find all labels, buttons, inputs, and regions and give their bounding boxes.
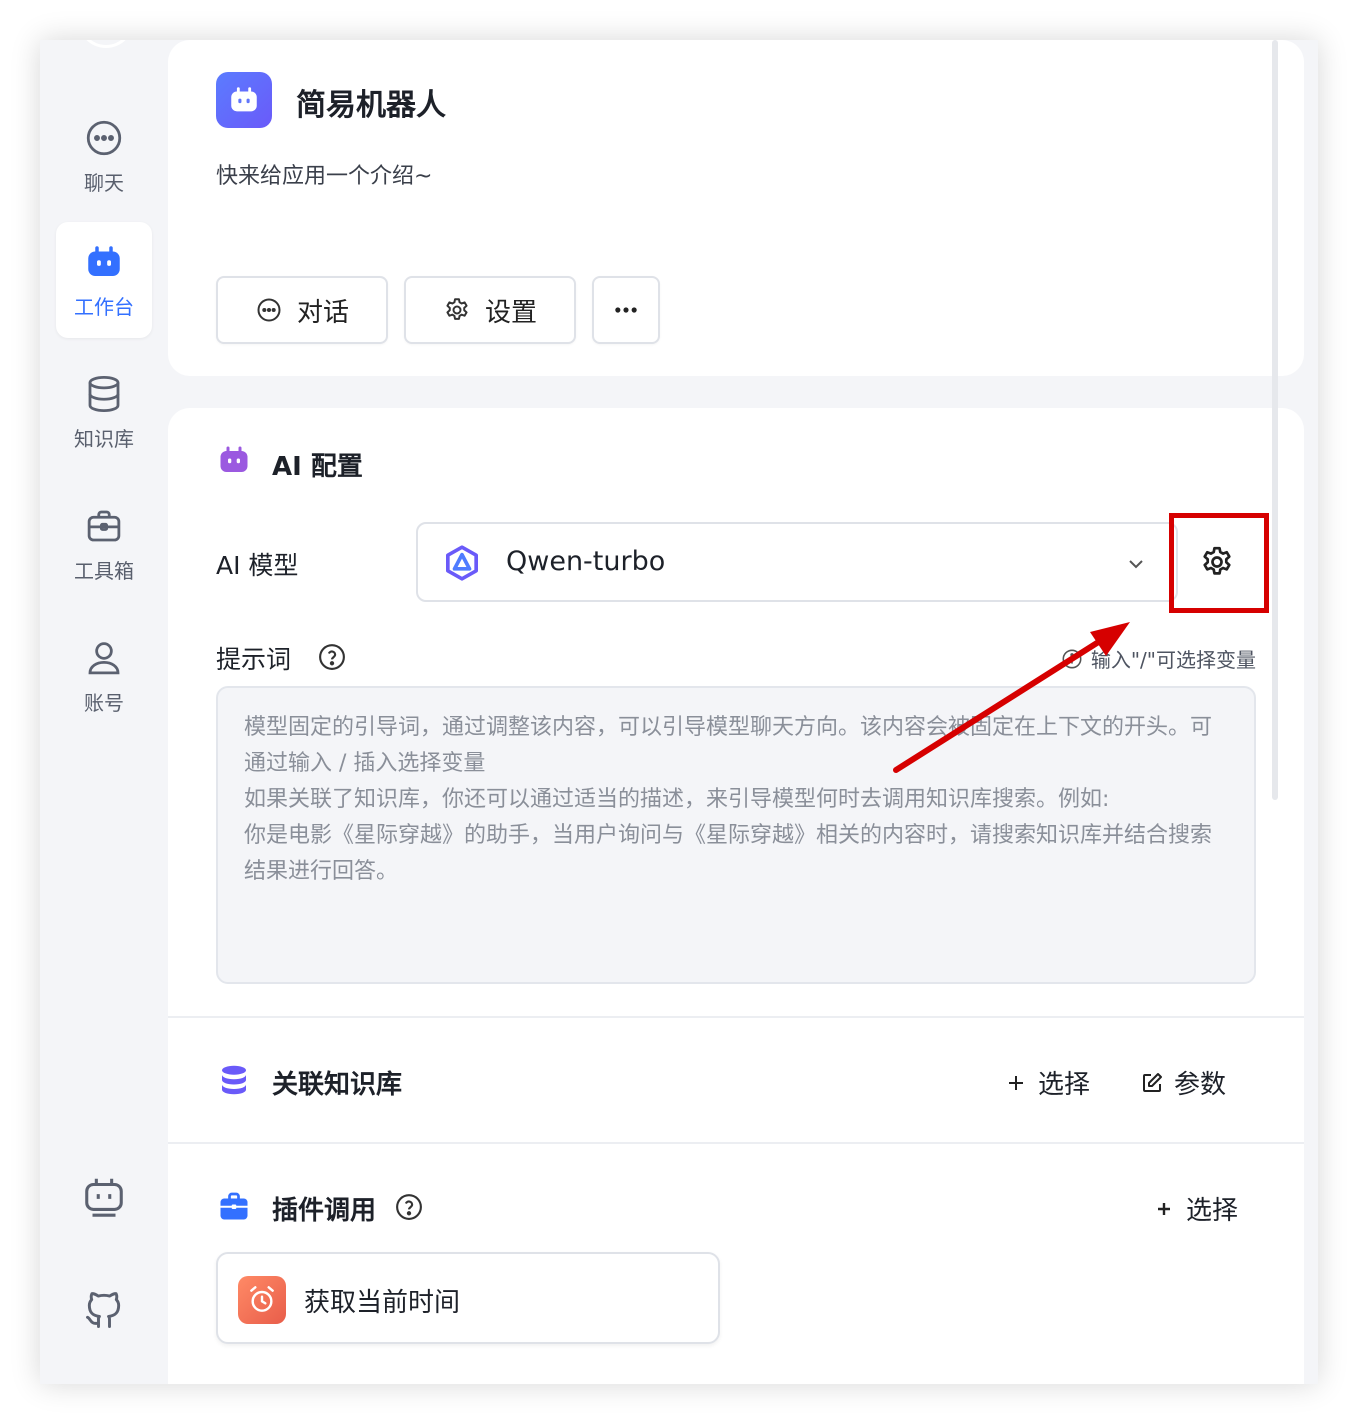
help-circle-icon[interactable] [317,642,347,672]
github-button[interactable] [80,1286,128,1334]
model-settings-button[interactable] [1178,522,1256,602]
robot-outline-icon [85,1178,123,1217]
help-circle-icon[interactable] [394,1192,424,1222]
settings-button[interactable]: 设置 [404,276,576,344]
sidebar-item-label: 账号 [84,690,124,715]
plugin-name: 获取当前时间 [304,1288,461,1318]
chat-button[interactable]: 对话 [216,276,388,344]
sidebar-avatar-partial[interactable] [78,40,134,48]
sidebar-item-knowledge[interactable]: 知识库 [56,354,152,470]
scrollbar[interactable] [1272,40,1278,800]
info-icon [1062,649,1082,668]
prompt-placeholder-line: 你是电影《星际穿越》的助手，当用户询问与《星际穿越》相关的内容时，请搜索知识库并… [244,823,1213,884]
alarm-clock-icon [238,1276,286,1324]
sidebar-item-label: 工具箱 [74,558,134,583]
sidebar: 聊天 工作台 知识库 工具箱 账号 [40,40,168,1384]
toolbox-icon [87,510,121,541]
plus-icon [1158,1202,1170,1215]
plugins-select-label: 选择 [1186,1196,1239,1226]
ai-config-card: AI 配置 AI 模型 Qwen-turbo 提示词 输入"/"可选择变量 模型… [168,408,1304,1384]
robot-icon [231,87,257,112]
divider [168,1016,1304,1018]
plugins-title: 插件调用 [272,1196,377,1226]
chat-button-label: 对话 [296,297,349,328]
toolbox-icon [220,1192,248,1220]
database-icon [222,1065,246,1095]
settings-button-label: 设置 [484,297,537,328]
model-value: Qwen-turbo [506,546,666,577]
edit-icon [1143,1072,1162,1092]
app-window: 聊天 工作台 知识库 工具箱 账号 简易机器人 快来给应用一个介绍~ 对话 设置… [40,40,1318,1384]
chat-bubble-icon [257,298,281,322]
prompt-placeholder-line: 如果关联了知识库，你还可以通过适当的描述，来引导模型何时去调用知识库搜索。例如: [244,787,1110,812]
gear-icon [1203,546,1231,575]
knowledge-select-label: 选择 [1038,1070,1091,1100]
knowledge-select-button[interactable]: 选择 [1004,1064,1090,1101]
prompt-hint-text: 输入"/"可选择变量 [1090,648,1256,672]
app-avatar [216,72,272,128]
chevron-down-icon [1129,560,1143,569]
ai-config-title: AI 配置 [272,452,363,482]
plugins-select-button[interactable]: 选择 [1152,1190,1238,1227]
knowledge-title: 关联知识库 [272,1070,403,1100]
app-title: 简易机器人 [296,88,446,123]
sidebar-item-label: 知识库 [74,426,134,451]
model-select[interactable]: Qwen-turbo [416,522,1178,602]
robot-icon [88,245,120,276]
github-icon [86,1292,121,1328]
chat-bubble-icon [86,120,122,155]
gear-icon [446,298,468,320]
plus-icon [1009,1075,1023,1090]
sidebar-item-label: 聊天 [84,170,124,195]
prompt-label: 提示词 [216,645,292,674]
sidebar-item-label: 工作台 [74,294,134,319]
app-header-card: 简易机器人 快来给应用一个介绍~ 对话 设置 [168,40,1304,376]
app-intro: 快来给应用一个介绍~ [216,164,433,189]
knowledge-params-label: 参数 [1174,1070,1227,1100]
prompt-hint: 输入"/"可选择变量 [1061,644,1256,673]
sidebar-item-workspace[interactable]: 工作台 [56,222,152,338]
sidebar-item-chat[interactable]: 聊天 [56,98,152,214]
knowledge-params-button[interactable]: 参数 [1140,1064,1226,1101]
prompt-textarea[interactable]: 模型固定的引导词，通过调整该内容，可以引导模型聊天方向。该内容会被固定在上下文的… [216,686,1256,984]
robot-icon [220,446,248,472]
qwen-logo-icon [446,545,478,581]
database-icon [88,375,120,412]
ellipsis-icon [615,307,637,313]
sidebar-item-toolbox[interactable]: 工具箱 [56,486,152,602]
sidebar-item-account[interactable]: 账号 [56,618,152,734]
user-icon [88,641,120,674]
prompt-placeholder-line: 模型固定的引导词，通过调整该内容，可以引导模型聊天方向。该内容会被固定在上下文的… [244,715,1213,776]
model-label: AI 模型 [216,551,299,580]
robot-outline-button[interactable] [80,1172,128,1220]
more-button[interactable] [592,276,660,344]
plugin-item[interactable]: 获取当前时间 [216,1252,720,1344]
divider [168,1142,1304,1144]
